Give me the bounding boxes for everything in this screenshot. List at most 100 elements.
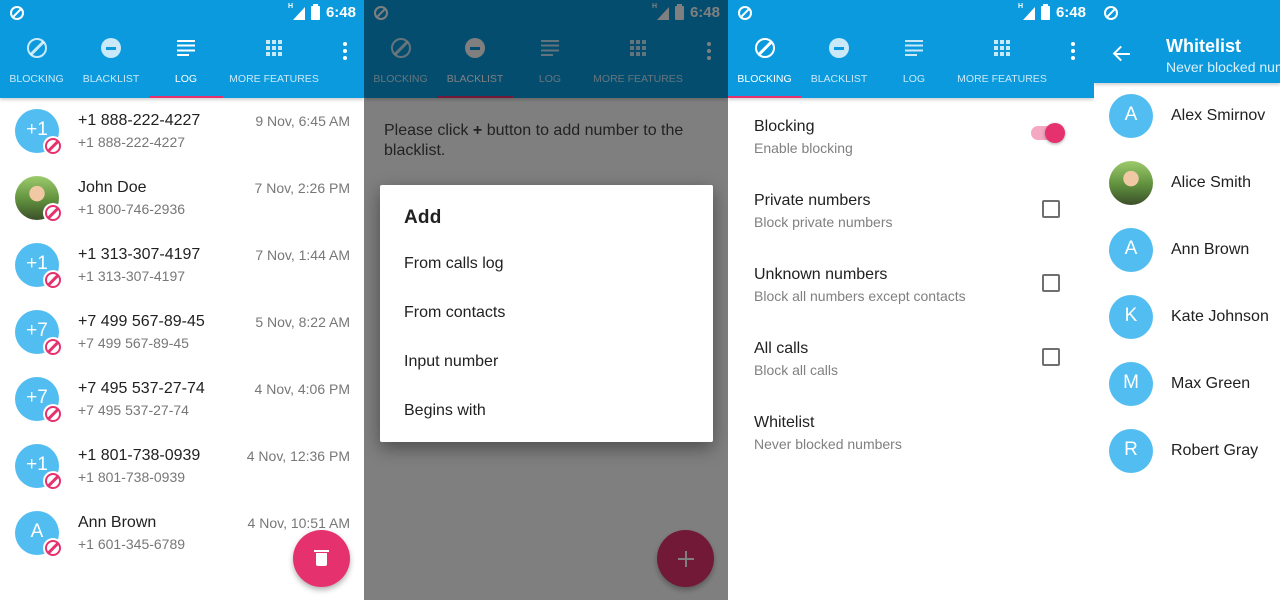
signal-icon: H <box>1018 3 1035 20</box>
battery-icon <box>310 3 320 20</box>
log-screen: H 6:48 BLOCKING BLACKLIST LOG MORE FEATU… <box>0 0 364 600</box>
avatar: M <box>1109 362 1153 406</box>
checkbox[interactable] <box>1042 200 1060 218</box>
tab-blocking[interactable]: BLOCKING <box>728 30 801 98</box>
minus-circle-icon <box>829 38 849 58</box>
dialog-title: Add <box>404 207 442 228</box>
blocking-toggle[interactable] <box>1031 123 1065 143</box>
avatar: +1 <box>15 243 63 290</box>
dialog-item-input-number[interactable]: Input number <box>404 353 498 371</box>
setting-title: Private numbers <box>754 192 871 209</box>
whitelist-screen: Whitelist Never blocked numbers A Alex Sm… <box>1094 0 1280 600</box>
log-item[interactable]: +7 +7 495 537-27-74 +7 495 537-27-74 4 Nov,… <box>0 366 364 433</box>
setting-private-numbers[interactable]: Private numbers Block private numbers <box>728 172 1094 246</box>
log-item[interactable]: +1 +1 313-307-4197 +1 313-307-4197 7 Nov, 1… <box>0 232 364 299</box>
setting-whitelist[interactable]: Whitelist Never blocked numbers <box>728 394 1094 468</box>
battery-icon <box>1040 3 1050 20</box>
tab-bar: BLOCKING BLACKLIST LOG MORE FEATURES <box>0 30 364 98</box>
contact-name: Alice Smith <box>1171 174 1252 191</box>
trash-icon <box>314 550 329 567</box>
contact-name: Ann Brown <box>1171 241 1250 258</box>
contact-photo-avatar <box>1109 161 1153 205</box>
call-log-list: +1 +1 888-222-4227 +1 888-222-4227 9 Nov, 6… <box>0 98 364 567</box>
log-list-icon <box>177 40 195 56</box>
setting-title: Whitelist <box>754 414 815 431</box>
dialog-item-from-calls-log[interactable]: From calls log <box>404 255 504 273</box>
log-item[interactable]: +7 +7 499 567-89-45 +7 499 567-89-45 5 Nov,… <box>0 299 364 366</box>
whitelist-item[interactable]: K Kate Johnson <box>1094 284 1280 351</box>
log-title: +1 801-738-0939 <box>78 447 201 464</box>
dialog-item-from-contacts[interactable]: From contacts <box>404 304 505 322</box>
log-number: +1 800-746-2936 <box>78 201 186 217</box>
tab-indicator <box>728 96 801 98</box>
log-title: +7 499 567-89-45 <box>78 313 205 330</box>
minus-circle-icon <box>101 38 121 58</box>
log-number: +1 888-222-4227 <box>78 134 186 150</box>
block-icon <box>45 540 61 556</box>
log-time: 7 Nov, 2:26 PM <box>254 180 350 196</box>
log-time: 4 Nov, 10:51 AM <box>247 515 350 531</box>
setting-subtitle: Block all numbers except contacts <box>754 288 966 304</box>
log-number: +1 313-307-4197 <box>78 268 186 284</box>
whitelist-item[interactable]: Alice Smith <box>1094 150 1280 217</box>
log-item[interactable]: +1 +1 888-222-4227 +1 888-222-4227 9 Nov, 6… <box>0 98 364 165</box>
log-item[interactable]: +1 +1 801-738-0939 +1 801-738-0939 4 Nov, 1… <box>0 433 364 500</box>
signal-icon: H <box>288 3 305 20</box>
tab-more-features[interactable]: MORE FEATURES <box>223 30 325 98</box>
tab-bar: BLOCKING BLACKLIST LOG MORE FEATURES <box>728 30 1094 98</box>
avatar: +1 <box>15 444 63 491</box>
setting-subtitle: Never blocked numbers <box>754 436 902 452</box>
log-title: +1 313-307-4197 <box>78 246 201 263</box>
contact-name: Max Green <box>1171 375 1251 392</box>
whitelist-item[interactable]: A Alex Smirnov <box>1094 83 1280 150</box>
delete-log-button[interactable] <box>293 530 350 587</box>
back-arrow-icon[interactable] <box>1113 46 1131 62</box>
add-dialog: Add From calls log From contacts Input n… <box>380 185 713 442</box>
tab-log[interactable]: LOG <box>149 30 223 98</box>
whitelist-subtitle: Never blocked numbers <box>1166 59 1280 75</box>
block-icon <box>45 138 61 154</box>
setting-blocking[interactable]: Blocking Enable blocking <box>728 98 1094 172</box>
avatar: R <box>1109 429 1153 473</box>
overflow-menu-button[interactable] <box>325 30 364 98</box>
avatar: K <box>1109 295 1153 339</box>
blocked-badge <box>43 404 63 424</box>
checkbox[interactable] <box>1042 348 1060 366</box>
setting-all-calls[interactable]: All calls Block all calls <box>728 320 1094 394</box>
status-time: 6:48 <box>325 4 356 21</box>
status-time: 6:48 <box>1055 4 1086 21</box>
avatar: A <box>1109 94 1153 138</box>
block-icon <box>45 339 61 355</box>
setting-title: Unknown numbers <box>754 266 888 283</box>
tab-blacklist[interactable]: BLACKLIST <box>801 30 877 98</box>
settings-list: Blocking Enable blocking Private numbers Bl… <box>728 98 1094 468</box>
whitelist-item[interactable]: A Ann Brown <box>1094 217 1280 284</box>
blocking-screen: H 6:48 BLOCKING BLACKLIST LOG MORE FEATU… <box>728 0 1094 600</box>
avatar: +7 <box>15 310 63 357</box>
tab-blocking[interactable]: BLOCKING <box>0 30 73 98</box>
overflow-menu-button[interactable] <box>1053 30 1092 98</box>
checkbox[interactable] <box>1042 274 1060 292</box>
blocked-badge <box>43 471 63 491</box>
log-list-icon <box>905 40 923 56</box>
blacklist-screen: H 6:48 BLOCKING BLACKLIST LOG MORE FEATU… <box>364 0 728 600</box>
whitelist-item[interactable]: R Robert Gray <box>1094 418 1280 485</box>
tab-blacklist[interactable]: BLACKLIST <box>73 30 149 98</box>
setting-subtitle: Block all calls <box>754 362 839 378</box>
status-bar: H 6:48 <box>0 0 364 26</box>
status-bar: H 6:48 <box>728 0 1094 26</box>
whitelist-item[interactable]: M Max Green <box>1094 351 1280 418</box>
app-block-icon <box>738 6 752 20</box>
block-icon <box>45 473 61 489</box>
tab-log[interactable]: LOG <box>877 30 951 98</box>
log-time: 9 Nov, 6:45 AM <box>255 113 350 129</box>
setting-subtitle: Enable blocking <box>754 140 853 156</box>
block-icon <box>45 406 61 422</box>
status-bar <box>1094 0 1280 26</box>
dialog-item-begins-with[interactable]: Begins with <box>404 402 486 420</box>
setting-unknown-numbers[interactable]: Unknown numbers Block all numbers except … <box>728 246 1094 320</box>
app-bar: H 6:48 BLOCKING BLACKLIST LOG MORE FEATU… <box>728 0 1094 98</box>
blocked-badge <box>43 136 63 156</box>
tab-more-features[interactable]: MORE FEATURES <box>951 30 1053 98</box>
log-item[interactable]: John Doe +1 800-746-2936 7 Nov, 2:26 PM <box>0 165 364 232</box>
